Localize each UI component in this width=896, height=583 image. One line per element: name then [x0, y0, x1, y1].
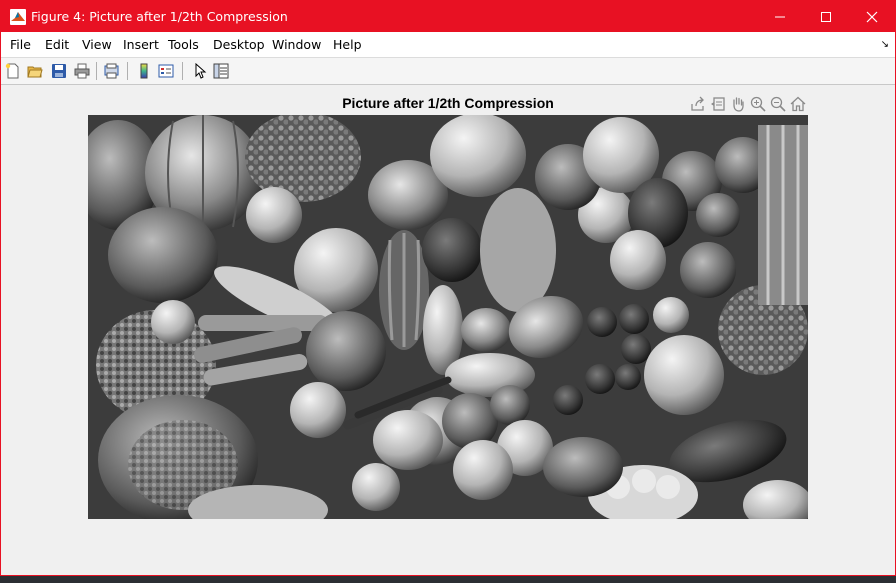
zoom-out-button[interactable] [769, 95, 787, 113]
figure-toolbar [1, 58, 895, 85]
pan-icon [733, 97, 744, 112]
menu-tools[interactable]: Tools [168, 37, 199, 52]
print-preview-icon [104, 63, 119, 79]
insert-colorbar-icon [140, 63, 148, 79]
menu-file[interactable]: File [10, 37, 31, 52]
print-figure-icon [74, 63, 90, 79]
menu-edit[interactable]: Edit [45, 37, 69, 52]
figure-window: Figure 4: Picture after 1/2th Compressio… [0, 0, 896, 576]
restore-view-button[interactable] [789, 95, 807, 113]
menu-help[interactable]: Help [333, 37, 362, 52]
minimize-button[interactable] [757, 1, 803, 32]
print-figure-button[interactable] [72, 61, 92, 81]
insert-legend-button[interactable] [156, 61, 176, 81]
minimize-icon [775, 16, 785, 17]
data-tips-button[interactable] [709, 95, 727, 113]
corner-arrow-icon[interactable]: ↘ [881, 39, 889, 50]
vegetables-photo [88, 115, 808, 519]
data-tips-icon [711, 97, 725, 111]
new-figure-icon [5, 63, 19, 79]
zoom-in-icon [750, 96, 766, 112]
compressed-grayscale-image[interactable] [88, 115, 808, 519]
menu-window[interactable]: Window [272, 37, 321, 52]
property-inspector-icon [213, 63, 229, 79]
desktop-taskbar-strip [0, 576, 896, 583]
menu-desktop[interactable]: Desktop [213, 37, 265, 52]
menu-bar: File Edit View Insert Tools Desktop Wind… [1, 32, 895, 58]
open-file-button[interactable] [25, 61, 45, 81]
print-preview-button[interactable] [102, 61, 122, 81]
zoom-out-icon [770, 96, 786, 112]
save-figure-button[interactable] [49, 61, 69, 81]
figure-canvas: Picture after 1/2th Compression [1, 85, 895, 575]
title-bar[interactable]: Figure 4: Picture after 1/2th Compressio… [1, 1, 895, 32]
toolbar-separator [127, 62, 128, 80]
restore-view-icon [790, 96, 806, 112]
close-icon [866, 11, 878, 22]
maximize-button[interactable] [803, 1, 849, 32]
new-figure-button[interactable] [3, 61, 23, 81]
matlab-logo-icon [10, 9, 26, 25]
menu-view[interactable]: View [82, 37, 112, 52]
toolbar-separator [182, 62, 183, 80]
close-button[interactable] [849, 1, 895, 32]
axes-toolbar [689, 95, 807, 113]
edit-plot-button[interactable] [189, 61, 209, 81]
export-icon [691, 96, 704, 111]
edit-plot-icon [195, 63, 207, 79]
save-figure-icon [52, 64, 66, 78]
menu-insert[interactable]: Insert [123, 37, 159, 52]
zoom-in-button[interactable] [749, 95, 767, 113]
maximize-icon [821, 11, 831, 22]
window-title: Figure 4: Picture after 1/2th Compressio… [31, 9, 288, 24]
pan-button[interactable] [729, 95, 747, 113]
open-file-icon [27, 66, 43, 78]
property-inspector-button[interactable] [211, 61, 231, 81]
insert-legend-icon [158, 64, 174, 78]
export-button[interactable] [689, 95, 707, 113]
toolbar-separator [96, 62, 97, 80]
insert-colorbar-button[interactable] [134, 61, 154, 81]
